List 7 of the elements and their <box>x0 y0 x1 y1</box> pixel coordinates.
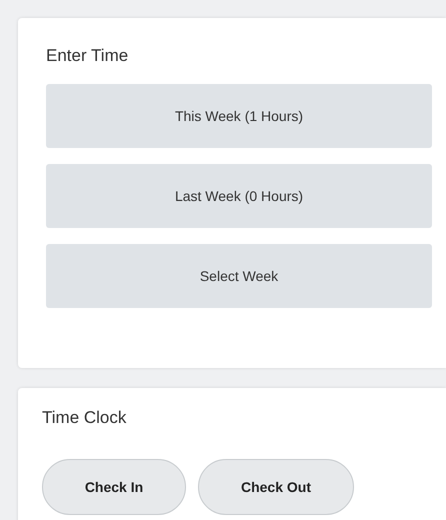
clock-button[interactable]: Check In <box>42 459 186 516</box>
clock-button[interactable]: Check Out <box>198 459 354 516</box>
week-button[interactable]: Last Week (0 Hours) <box>46 164 432 228</box>
section-title: Enter Time <box>46 46 130 66</box>
section-title: Time Clock <box>42 408 128 428</box>
week-button[interactable]: Select Week <box>46 244 432 308</box>
week-button[interactable]: This Week (1 Hours) <box>46 84 432 148</box>
